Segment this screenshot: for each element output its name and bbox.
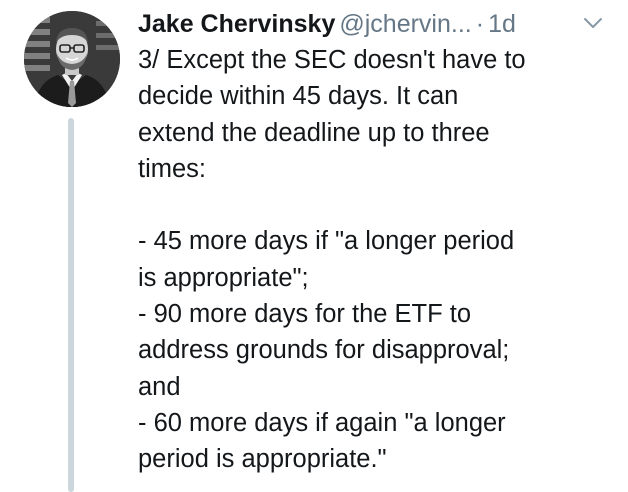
tweet-line: - 60 more days if again "a longer bbox=[138, 408, 506, 437]
tweet-line: times: bbox=[138, 154, 207, 183]
tweet-line: and bbox=[138, 372, 181, 401]
tweet-line: - 90 more days for the ETF to bbox=[138, 300, 472, 329]
tweet-header: Jake Chervinsky @jchervin... · 1d bbox=[138, 8, 618, 40]
tweet-line: decide within 45 days. It can bbox=[138, 82, 459, 111]
tweet-line: - 45 more days if "a longer period bbox=[138, 227, 515, 256]
tweet[interactable]: Jake Chervinsky @jchervin... · 1d 3/ Except… bbox=[0, 0, 628, 492]
tweet-line: 3/ Except the SEC doesn't have to bbox=[138, 46, 526, 74]
tweet-line: is appropriate"; bbox=[138, 263, 309, 292]
avatar[interactable] bbox=[24, 11, 120, 107]
author-name[interactable]: Jake Chervinsky bbox=[138, 10, 335, 38]
author-handle[interactable]: @jchervin... bbox=[339, 10, 471, 38]
thread-connector-line bbox=[68, 118, 74, 492]
tweet-line: extend the deadline up to three bbox=[138, 118, 490, 147]
tweet-line: period is appropriate." bbox=[138, 445, 387, 474]
header-separator: · bbox=[475, 10, 485, 38]
chevron-down-icon[interactable] bbox=[582, 12, 604, 34]
tweet-timestamp[interactable]: 1d bbox=[488, 10, 516, 38]
tweet-line: address grounds for disapproval; bbox=[138, 336, 510, 365]
tweet-text: 3/ Except the SEC doesn't have to decide… bbox=[138, 42, 618, 478]
avatar-photo bbox=[24, 11, 120, 107]
